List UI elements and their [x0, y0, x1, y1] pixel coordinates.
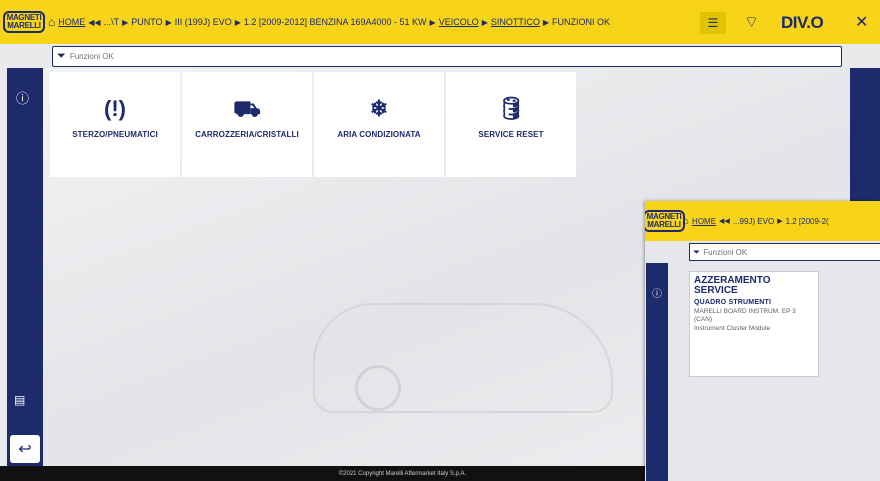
- oil-wrench-icon: 🛢: [497, 96, 525, 121]
- tile-label: CARROZZERIA/CRISTALLI: [195, 130, 299, 139]
- tire-warning-icon: (!): [104, 96, 126, 121]
- logo-line2: MARELLI: [647, 220, 681, 229]
- card-module: Instrument Cluster Module: [694, 325, 771, 332]
- service-reset-card[interactable]: AZZERAMENTO SERVICE QUADRO STRUMENTI MAR…: [689, 271, 819, 377]
- breadcrumb: ⌂ HOME ◀◀ ...\T ▶ PUNTO ▶ III (199J) EVO…: [48, 0, 610, 44]
- breadcrumb-item: 1.2 [2009-2012] BENZINA 169A4000 - 51 KW: [243, 17, 427, 27]
- overlay-breadcrumb: ⌂ HOME ◀◀ ...99J) EVO ▶ 1.2 [2009-2(: [683, 216, 829, 227]
- search-bar[interactable]: ⏷: [52, 46, 842, 67]
- card-title: AZZERAMENTO SERVICE: [694, 275, 771, 296]
- tile-label: ARIA CONDIZIONATA: [337, 130, 421, 139]
- breadcrumb-item: ...\T: [103, 17, 120, 27]
- function-tiles: (!) STERZO/PNEUMATICI ⛟ CARROZZERIA/CRIS…: [50, 72, 576, 177]
- right-sidebar: [850, 68, 880, 208]
- copyright-text: ©2021 Copyright Marelli Aftermarket Ital…: [338, 470, 467, 477]
- card-detail: MARELLI BOARD INSTRUM. EP 3 (CAN): [694, 308, 796, 323]
- tile-aria-condizionata[interactable]: ❄ ARIA CONDIZIONATA: [314, 72, 444, 177]
- close-icon[interactable]: ✕: [855, 12, 868, 32]
- breadcrumb-separator-icon: ▶: [481, 17, 488, 27]
- breadcrumb-item: ...99J) EVO: [732, 216, 775, 226]
- back-button[interactable]: ↩: [10, 435, 40, 463]
- breadcrumb-separator-icon: ▶: [777, 218, 783, 225]
- tile-label: SERVICE RESET: [478, 130, 544, 139]
- logo-line2: MARELLI: [7, 21, 41, 30]
- search-input[interactable]: [69, 52, 841, 61]
- home-icon[interactable]: ⌂: [48, 15, 55, 29]
- breadcrumb-item: III (199J) EVO: [174, 17, 232, 27]
- wifi-icon: ⌔: [744, 14, 760, 31]
- card-subtitle: QUADRO STRUMENTI: [694, 299, 772, 306]
- manual-book-icon[interactable]: ▤: [14, 393, 25, 407]
- tile-service-reset[interactable]: 🛢 SERVICE RESET: [446, 72, 576, 177]
- back-arrow-icon: ↩: [18, 441, 32, 458]
- breadcrumb-back-icon[interactable]: ◀◀: [88, 18, 100, 27]
- overlay-search-input[interactable]: [703, 247, 880, 257]
- home-icon[interactable]: ⌂: [683, 216, 689, 227]
- left-sidebar: ⓘ ▤: [7, 68, 43, 468]
- breadcrumb-separator-icon: ▶: [165, 17, 172, 27]
- info-icon[interactable]: ⓘ: [16, 88, 29, 107]
- info-icon[interactable]: ⓘ: [652, 285, 662, 300]
- magneti-marelli-logo: MAGNETI MARELLI: [645, 201, 686, 241]
- car-background-illustration: [313, 303, 613, 413]
- top-bar: MAGNETI MARELLI ⌂ HOME ◀◀ ...\T ▶ PUNTO …: [0, 0, 880, 44]
- divo-brand: DIV.O: [781, 13, 824, 32]
- breadcrumb-veicolo[interactable]: VEICOLO: [439, 17, 479, 27]
- tile-sterzo-pneumatici[interactable]: (!) STERZO/PNEUMATICI: [50, 72, 180, 177]
- overlay-window: MAGNETI MARELLI ⌂ HOME ◀◀ ...99J) EVO ▶ …: [645, 201, 880, 481]
- filter-icon: ⏷: [693, 246, 701, 257]
- overlay-top-bar: MAGNETI MARELLI ⌂ HOME ◀◀ ...99J) EVO ▶ …: [645, 201, 880, 241]
- tile-label: STERZO/PNEUMATICI: [72, 130, 158, 139]
- breadcrumb-back-icon[interactable]: ◀◀: [719, 217, 730, 225]
- breadcrumb-separator-icon: ▶: [429, 17, 436, 27]
- breadcrumb-separator-icon: ▶: [234, 17, 241, 27]
- magneti-marelli-logo: MAGNETI MARELLI: [0, 0, 48, 44]
- filter-icon: ⏷: [57, 50, 66, 62]
- breadcrumb-home[interactable]: HOME: [58, 17, 85, 27]
- car-body-icon: ⛟: [233, 96, 261, 121]
- breadcrumb-item: PUNTO: [131, 17, 163, 27]
- breadcrumb-current: FUNZIONI OK: [552, 17, 611, 27]
- snowflake-icon: ❄: [369, 96, 389, 121]
- tile-carrozzeria-cristalli[interactable]: ⛟ CARROZZERIA/CRISTALLI: [182, 72, 312, 177]
- breadcrumb-separator-icon: ▶: [542, 17, 550, 27]
- sliders-icon[interactable]: ☰: [700, 12, 726, 34]
- footer: ©2021 Copyright Marelli Aftermarket Ital…: [0, 466, 645, 481]
- overlay-left-sidebar: ⓘ: [646, 263, 668, 481]
- breadcrumb-separator-icon: ▶: [122, 17, 129, 27]
- breadcrumb-item: 1.2 [2009-2(: [785, 216, 829, 226]
- breadcrumb-sinottico[interactable]: SINOTTICO: [491, 17, 540, 27]
- overlay-search-bar[interactable]: ⏷: [689, 243, 880, 261]
- breadcrumb-home[interactable]: HOME: [692, 217, 716, 226]
